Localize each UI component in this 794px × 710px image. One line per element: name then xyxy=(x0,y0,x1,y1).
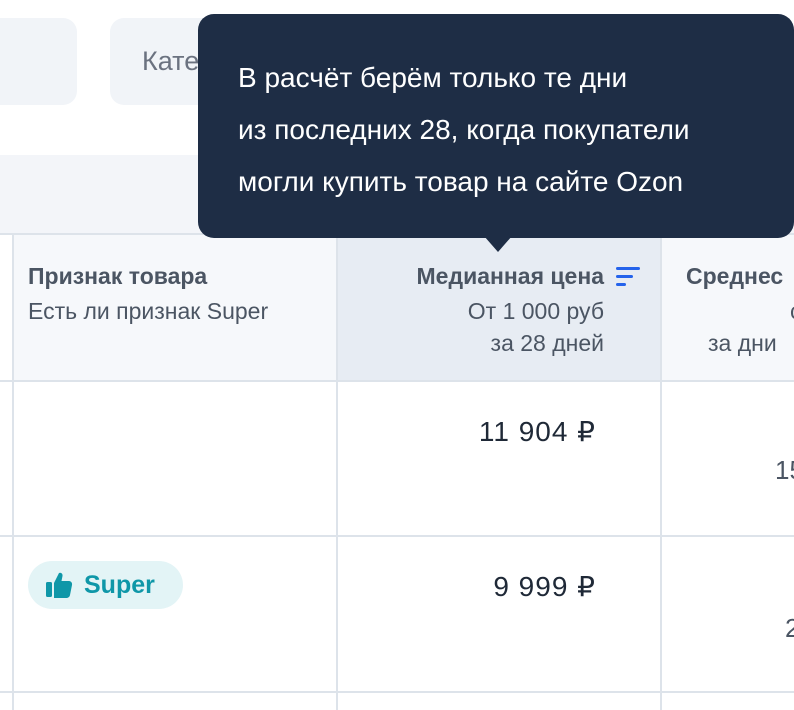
column-title-median-price[interactable]: Медианная цена xyxy=(417,263,604,290)
row-divider xyxy=(0,535,794,537)
column-divider xyxy=(660,233,662,710)
category-filter-label: Кате xyxy=(142,46,200,76)
median-price-value: 9 999 ₽ xyxy=(493,571,596,602)
header-cell-feature: Признак товара Есть ли признак Super xyxy=(14,235,336,381)
row-divider xyxy=(0,691,794,693)
column-title-average[interactable]: Среднес xyxy=(686,263,783,290)
header-cell-average[interactable]: Среднес с за дни xyxy=(662,235,794,381)
average-value: 2 xyxy=(785,613,794,643)
products-table: Признак товара Есть ли признак Super Мед… xyxy=(0,233,794,710)
median-price-tooltip: В расчёт берём только те дни из последни… xyxy=(198,14,794,252)
thumbs-up-icon xyxy=(46,572,73,598)
tooltip-line: В расчёт берём только те дни xyxy=(238,62,628,93)
tooltip-arrow xyxy=(484,236,512,252)
median-price-value: 11 904 ₽ xyxy=(478,416,596,447)
column-divider xyxy=(12,233,14,710)
tooltip-line: из последних 28, когда покупатели xyxy=(238,114,690,145)
column-subtitle-median-price: От 1 000 руб xyxy=(467,298,604,324)
column-subtitle-average: с xyxy=(790,295,794,327)
column-period-average: за дни xyxy=(708,330,777,356)
column-title-feature: Признак товара xyxy=(28,263,208,289)
filter-field-left[interactable] xyxy=(0,18,77,105)
super-badge-label: Super xyxy=(84,571,155,599)
column-subtitle-feature: Есть ли признак Super xyxy=(28,298,269,324)
super-badge: Super xyxy=(28,561,183,609)
header-divider xyxy=(0,380,794,382)
column-divider xyxy=(336,233,338,710)
sort-desc-icon[interactable] xyxy=(616,267,640,287)
header-cell-median-price[interactable]: Медианная цена От 1 000 руб за 28 дней xyxy=(338,235,660,381)
column-period-median-price: за 28 дней xyxy=(490,330,604,356)
tooltip-line: могли купить товар на сайте Ozon xyxy=(238,166,684,197)
average-value: 15 xyxy=(775,455,794,485)
